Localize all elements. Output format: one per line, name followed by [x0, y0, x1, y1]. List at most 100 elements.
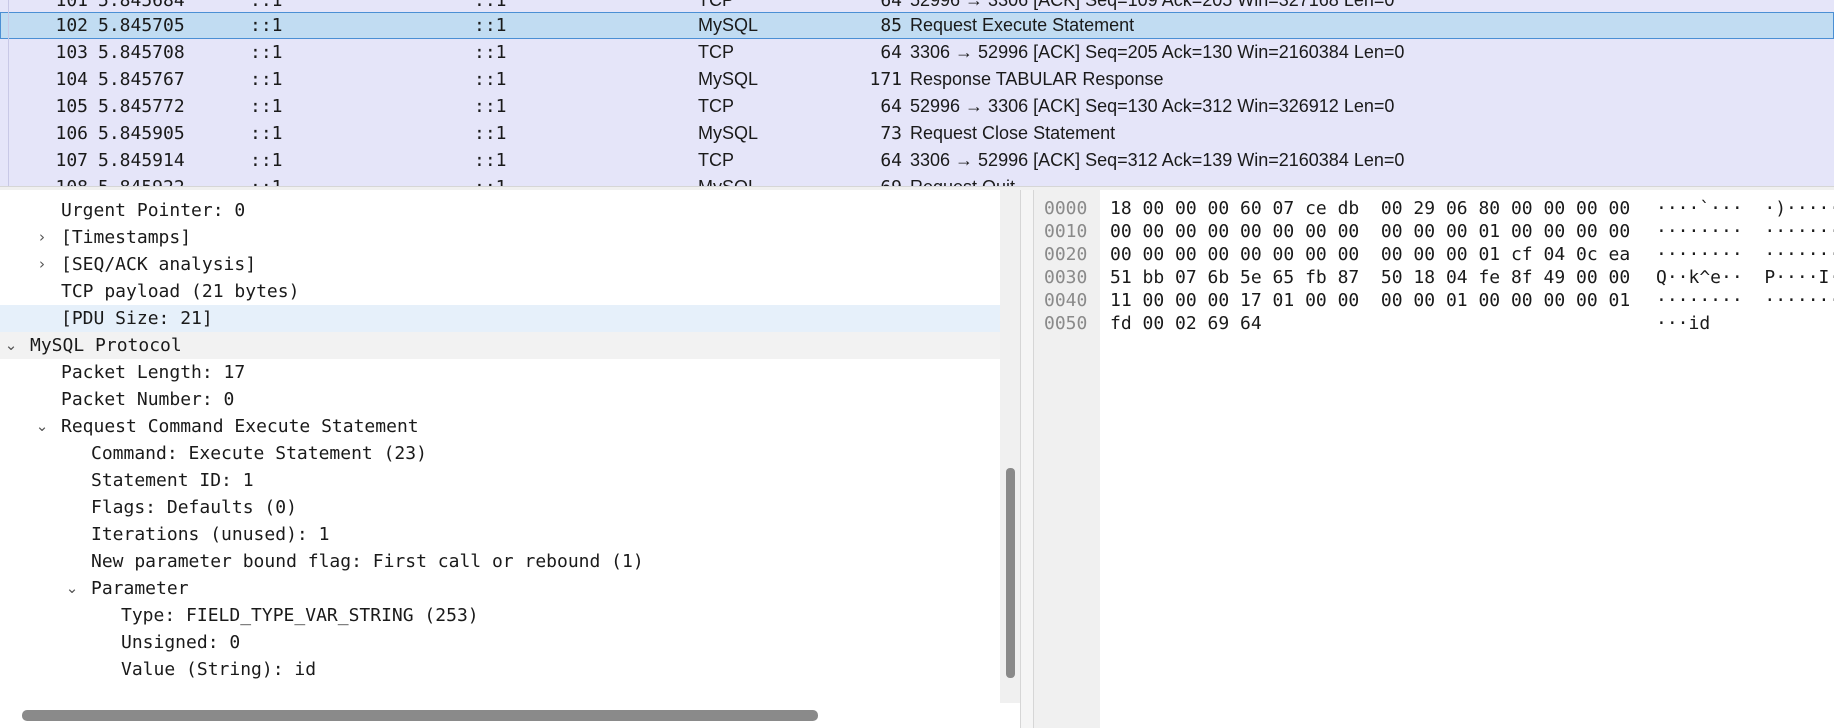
tree-item[interactable]: Iterations (unused): 1 [0, 521, 1000, 548]
hex-row[interactable]: 0010 00 00 00 00 00 00 00 00 00 00 00 01 … [1034, 220, 1834, 243]
chevron-down-icon[interactable]: ⌄ [64, 575, 80, 602]
tree-item-label: TCP payload (21 bytes) [61, 281, 300, 302]
packet-no: 105 [55, 96, 88, 117]
tree-item[interactable]: New parameter bound flag: First call or … [0, 548, 1000, 575]
packet-time: 5.845767 [98, 69, 185, 90]
packet-row[interactable]: 102 5.845705::1::1 MySQL 85 Request Execute … [0, 12, 1834, 39]
packet-len: 64 [880, 42, 902, 63]
tree-item-label: Type: FIELD_TYPE_VAR_STRING (253) [121, 605, 479, 626]
hex-bytes: 00 00 00 00 00 00 00 00 00 00 00 01 00 0… [1110, 221, 1631, 242]
hex-row[interactable]: 0030 51 bb 07 6b 5e 65 fb 87 50 18 04 fe … [1034, 266, 1834, 289]
tree-item[interactable]: Type: FIELD_TYPE_VAR_STRING (253) [0, 602, 1000, 629]
tree-item[interactable]: Packet Length: 17 [0, 359, 1000, 386]
tree-item[interactable]: Flags: Defaults (0) [0, 494, 1000, 521]
packet-src: ::1 [250, 15, 283, 36]
packet-dst: ::1 [474, 69, 507, 90]
hex-row[interactable]: 0050 fd 00 02 69 64 ···id [1034, 312, 1834, 335]
packet-row[interactable]: 108 5.845922::1::1 MySQL 69 Request Quit [0, 174, 1834, 186]
packet-bytes-pane[interactable]: 0000 18 00 00 00 60 07 ce db 00 29 06 80 … [1034, 190, 1834, 728]
packet-details-tree[interactable]: Urgent Pointer: 0 › [Timestamps] › [SEQ/ACK … [0, 190, 1000, 703]
packet-time: 5.845772 [98, 96, 185, 117]
pane-splitter-vertical[interactable] [1020, 190, 1034, 728]
tree-item[interactable]: ⌄ MySQL Protocol [0, 332, 1000, 359]
tree-item[interactable]: Statement ID: 1 [0, 467, 1000, 494]
hex-bytes: fd 00 02 69 64 [1110, 313, 1262, 334]
packet-time: 5.845914 [98, 150, 185, 171]
packet-info: Request Quit [910, 174, 1015, 186]
tree-item[interactable]: TCP payload (21 bytes) [0, 278, 1000, 305]
tree-item[interactable]: Packet Number: 0 [0, 386, 1000, 413]
tree-item-label: Packet Length: 17 [61, 362, 246, 383]
packet-row[interactable]: 105 5.845772::1::1 TCP 64 52996 → 3306 [ACK]… [0, 93, 1834, 120]
packet-src: ::1 [250, 174, 283, 186]
tree-item-label: Command: Execute Statement (23) [91, 443, 427, 464]
chevron-down-icon[interactable]: ⌄ [3, 332, 19, 359]
hex-bytes: 11 00 00 00 17 01 00 00 00 00 01 00 00 0… [1110, 290, 1631, 311]
hex-bytes: 00 00 00 00 00 00 00 00 00 00 00 01 cf 0… [1110, 244, 1631, 265]
packet-row[interactable]: 106 5.845905::1::1 MySQL 73 Request Close St… [0, 120, 1834, 147]
packet-proto: TCP [698, 42, 734, 62]
tree-item[interactable]: › [SEQ/ACK analysis] [0, 251, 1000, 278]
hex-offset: 0040 [1044, 290, 1088, 311]
packet-dst: ::1 [474, 96, 507, 117]
packet-time: 5.845708 [98, 42, 185, 63]
hex-row[interactable]: 0000 18 00 00 00 60 07 ce db 00 29 06 80 … [1034, 197, 1834, 220]
details-vertical-scrollbar-thumb[interactable] [1006, 468, 1015, 678]
tree-item-label: Iterations (unused): 1 [91, 524, 330, 545]
packet-row[interactable]: 103 5.845708::1::1 TCP 64 3306 → 52996 [ACK]… [0, 39, 1834, 66]
packet-proto: TCP [698, 150, 734, 170]
tree-item[interactable]: Value (String): id [0, 656, 1000, 683]
hex-ascii: ····`··· ·)······ [1656, 198, 1834, 219]
packet-row[interactable]: 107 5.845914::1::1 TCP 64 3306 → 52996 [ACK]… [0, 147, 1834, 174]
hex-row[interactable]: 0020 00 00 00 00 00 00 00 00 00 00 00 01 … [1034, 243, 1834, 266]
packet-len: 69 [810, 174, 902, 186]
packet-len: 64 [880, 150, 902, 171]
packet-dst: ::1 [474, 150, 507, 171]
chevron-right-icon[interactable]: › [34, 251, 50, 278]
tree-item[interactable]: Urgent Pointer: 0 [0, 197, 1000, 224]
tree-item[interactable]: Command: Execute Statement (23) [0, 440, 1000, 467]
packet-proto: MySQL [698, 174, 758, 186]
packet-row[interactable]: 104 5.845767::1::1 MySQL 171 Response TABULA… [0, 66, 1834, 93]
chevron-down-icon[interactable]: ⌄ [34, 413, 50, 440]
hex-ascii: ···id [1656, 313, 1711, 334]
tree-item-label: [PDU Size: 21] [61, 308, 213, 329]
details-horizontal-scrollbar-thumb[interactable] [22, 710, 818, 721]
packet-no: 104 [55, 69, 88, 90]
tree-item[interactable]: ⌄ Parameter [0, 575, 1000, 602]
tree-item[interactable]: [PDU Size: 21] [0, 305, 1000, 332]
tree-item-label: Statement ID: 1 [91, 470, 254, 491]
packet-no: 107 [55, 150, 88, 171]
tree-item-label: Request Command Execute Statement [61, 416, 419, 437]
packet-time: 5.845905 [98, 123, 185, 144]
packet-time: 5.845705 [98, 15, 185, 36]
tree-item[interactable]: › [Timestamps] [0, 224, 1000, 251]
packet-proto: TCP [698, 96, 734, 116]
packet-list-guide-line [8, 0, 9, 186]
hex-row[interactable]: 0040 11 00 00 00 17 01 00 00 00 00 01 00 … [1034, 289, 1834, 312]
packet-info: 3306 → 52996 [ACK] Seq=312 Ack=139 Win=2… [910, 150, 1405, 170]
hex-offset: 0020 [1044, 244, 1088, 265]
hex-ascii: ········ ········ [1656, 244, 1834, 265]
packet-len: 85 [880, 15, 902, 36]
packet-time: 5.845922 [98, 174, 185, 186]
tree-item-label: [Timestamps] [61, 227, 192, 248]
tree-item[interactable]: Unsigned: 0 [0, 629, 1000, 656]
tree-item-label: Urgent Pointer: 0 [61, 200, 246, 221]
packet-no: 106 [55, 123, 88, 144]
packet-src: ::1 [250, 150, 283, 171]
hex-bytes: 18 00 00 00 60 07 ce db 00 29 06 80 00 0… [1110, 198, 1631, 219]
packet-dst: ::1 [474, 123, 507, 144]
packet-proto: MySQL [698, 69, 759, 89]
tree-item-label: [SEQ/ACK analysis] [61, 254, 257, 275]
packet-list[interactable]: 101 5.845684::1::1 TCP 64 52996 → 3306 [ACK]… [0, 0, 1834, 186]
hex-ascii: Q··k^e·· P····I·· [1656, 267, 1834, 288]
packet-no: 108 [0, 174, 88, 186]
hex-offset: 0000 [1044, 198, 1088, 219]
hex-offset: 0030 [1044, 267, 1088, 288]
chevron-right-icon[interactable]: › [34, 224, 50, 251]
packet-dst: ::1 [474, 15, 507, 36]
packet-info: Request Close Statement [910, 123, 1116, 143]
tree-item-label: Parameter [91, 578, 189, 599]
tree-item[interactable]: ⌄ Request Command Execute Statement [0, 413, 1000, 440]
